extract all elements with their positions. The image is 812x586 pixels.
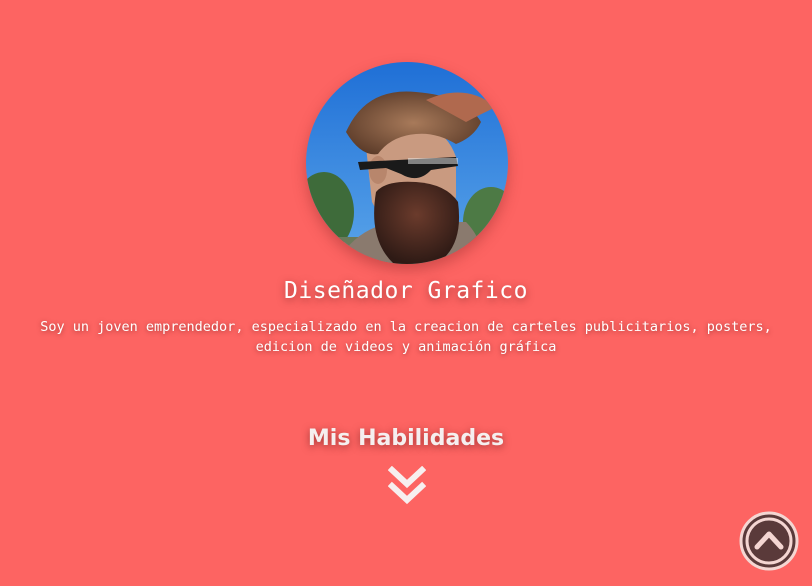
skills-heading: Mis Habilidades xyxy=(307,426,505,451)
avatar-photo xyxy=(306,62,508,264)
profile-avatar xyxy=(306,62,508,264)
profile-description: Soy un joven emprendedor, especializado … xyxy=(40,319,772,355)
profile-title: Diseñador Grafico xyxy=(284,278,528,304)
scroll-to-top-button[interactable] xyxy=(739,511,799,571)
chevron-up-circle-icon xyxy=(739,511,799,571)
double-chevron-down-icon[interactable] xyxy=(387,465,427,508)
